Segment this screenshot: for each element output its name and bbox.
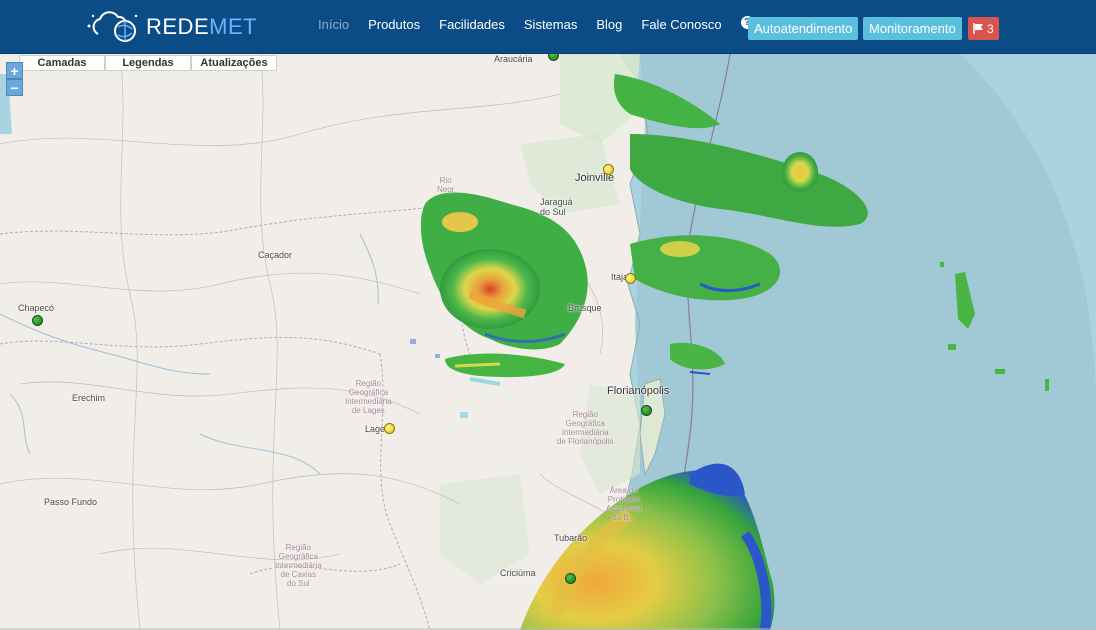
map-tabs: Camadas Legendas Atualizações — [19, 55, 277, 71]
nav-facilidades[interactable]: Facilidades — [439, 17, 505, 32]
city-label-cacador: Caçador — [258, 250, 293, 260]
zoom-control: + − — [6, 62, 23, 96]
radar-echo-band — [410, 339, 565, 418]
city-label-araucaria: Araucária — [494, 54, 533, 64]
flag-icon — [973, 23, 983, 34]
city-label-florianopolis: Florianópolis — [607, 385, 670, 397]
cloud-globe-icon — [87, 11, 138, 42]
zoom-in-button[interactable]: + — [6, 62, 23, 79]
redemet-logo[interactable]: REDE MET — [84, 8, 257, 46]
city-label-brusque: Brusque — [568, 303, 602, 313]
top-navbar: REDE MET Início Produtos Facilidades Sist… — [0, 0, 1096, 54]
region-label-partial: Rio Negr — [437, 176, 455, 194]
autoatendimento-button[interactable]: Autoatendimento — [748, 17, 859, 40]
map-canvas[interactable] — [0, 54, 1096, 630]
station-marker-criciuma[interactable] — [565, 573, 576, 584]
station-marker-lages[interactable] — [384, 423, 395, 434]
city-label-criciuma: Criciúma — [500, 568, 536, 578]
zoom-out-button[interactable]: − — [6, 79, 23, 96]
logo-text-accent: MET — [209, 14, 258, 39]
city-label-passo-fundo: Passo Fundo — [44, 497, 98, 507]
alerts-button[interactable]: 3 — [968, 17, 999, 40]
station-marker-florianopolis[interactable] — [641, 405, 652, 416]
region-label-apa: Área de Proteção Ambiental da B... — [606, 486, 642, 522]
alerts-count: 3 — [987, 21, 994, 36]
tab-legendas[interactable]: Legendas — [105, 55, 191, 71]
region-label-caxias: Região Geográfica Intermediária de Caxia… — [275, 543, 322, 588]
city-label-erechim: Erechim — [72, 393, 106, 403]
city-label-tubarao: Tubarão — [554, 533, 588, 543]
station-marker-joinville[interactable] — [603, 164, 614, 175]
nav-inicio[interactable]: Início — [318, 17, 349, 32]
region-label-lages: Região Geográfica Intermediária de Lages — [345, 379, 392, 415]
region-label-florianopolis: Região Geográfica Intermediária de Flori… — [557, 410, 614, 446]
station-marker-chapeco[interactable] — [32, 315, 43, 326]
city-label-chapeco: Chapecó — [18, 303, 55, 313]
nav-sistemas[interactable]: Sistemas — [524, 17, 577, 32]
main-nav: Início Produtos Facilidades Sistemas Blo… — [318, 16, 772, 32]
nav-fale-conosco[interactable]: Fale Conosco — [641, 17, 721, 32]
tab-camadas[interactable]: Camadas — [19, 55, 105, 71]
city-label-jaragua: Jaraguá do Sul — [540, 197, 573, 217]
nav-produtos[interactable]: Produtos — [368, 17, 420, 32]
radar-map[interactable]: Camadas Legendas Atualizações + − Araucá… — [0, 54, 1096, 630]
logo-text-main: REDE — [146, 14, 210, 39]
tab-atualizacoes[interactable]: Atualizações — [191, 55, 277, 71]
monitoramento-button[interactable]: Monitoramento — [863, 17, 962, 40]
station-marker-itajai[interactable] — [625, 273, 636, 284]
nav-blog[interactable]: Blog — [596, 17, 622, 32]
radar-echo-south — [520, 463, 775, 630]
